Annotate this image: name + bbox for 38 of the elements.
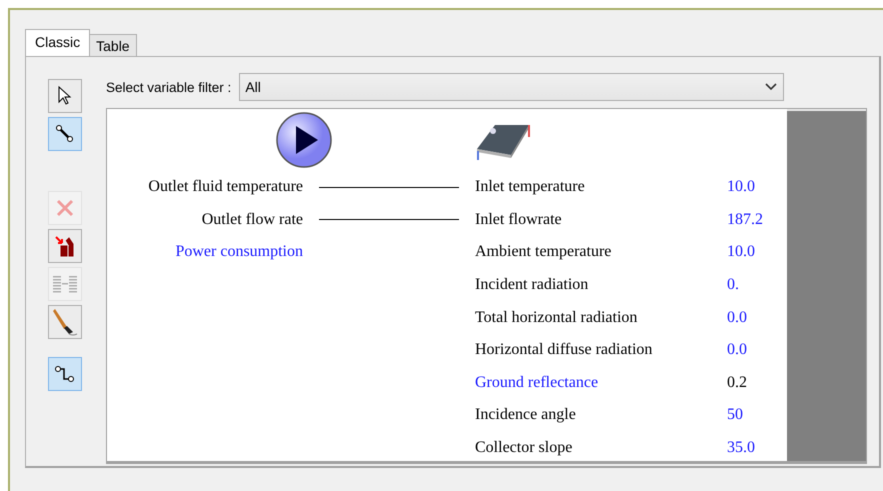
input-variable[interactable]: Inlet temperature: [475, 178, 585, 196]
close-icon: [56, 199, 74, 217]
tool-button[interactable]: [48, 357, 82, 391]
input-value: 0.0: [727, 341, 747, 360]
input-value: 10.0: [727, 243, 755, 262]
output-variable[interactable]: Outlet flow rate: [202, 210, 303, 229]
input-variable[interactable]: Total horizontal radiation: [475, 308, 638, 327]
input-value: 187.2: [727, 210, 763, 229]
tool-button[interactable]: [48, 305, 82, 339]
input-variable[interactable]: Incident radiation: [475, 276, 588, 294]
paintbrush-icon: [51, 307, 79, 337]
input-value: 10.0: [727, 178, 755, 196]
input-value: 35.0: [727, 439, 755, 458]
connector-icon: [55, 124, 75, 144]
input-value: 0.0: [727, 308, 747, 327]
input-variable[interactable]: Inlet flowrate: [475, 210, 562, 229]
play-icon: [275, 111, 333, 169]
input-value: 0.2: [727, 374, 747, 392]
input-value: 0.: [727, 276, 739, 294]
input-variable[interactable]: Horizontal diffuse radiation: [475, 341, 652, 360]
tool-button[interactable]: [48, 117, 82, 151]
connector-icon: [54, 365, 76, 383]
input-variable[interactable]: Ground reflectance: [475, 374, 598, 392]
columns-icon: [52, 274, 78, 294]
tool-button[interactable]: [48, 229, 82, 263]
input-variable[interactable]: Collector slope: [475, 439, 572, 458]
tab[interactable]: Table: [89, 34, 137, 56]
tab[interactable]: Classic: [25, 29, 90, 56]
input-variable[interactable]: Ambient temperature: [475, 243, 612, 262]
filter-label: Select variable filter :: [106, 80, 232, 94]
tool-button[interactable]: [48, 79, 82, 113]
pointer-icon: [57, 86, 73, 106]
input-variable[interactable]: Incidence angle: [475, 406, 576, 424]
filter-dropdown[interactable]: All: [239, 73, 784, 101]
input-value: 50: [727, 406, 743, 424]
chevron-icon: [765, 83, 778, 91]
output-variable[interactable]: Outlet fluid temperature: [148, 178, 303, 196]
output-variable[interactable]: Power consumption: [175, 243, 303, 262]
